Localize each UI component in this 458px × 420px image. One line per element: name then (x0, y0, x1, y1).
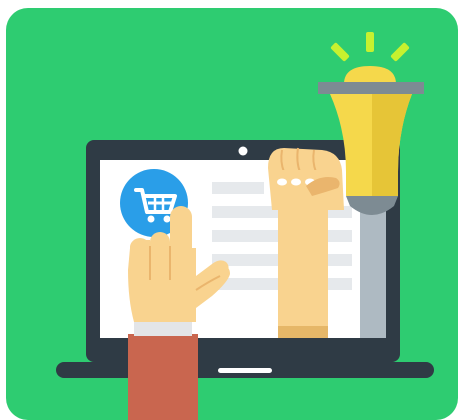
bulb-rim (318, 82, 424, 94)
cuff (134, 322, 192, 336)
finger (130, 238, 150, 278)
fingernail (277, 178, 287, 186)
laptop-camera (238, 146, 248, 156)
forearm-shade (278, 326, 328, 338)
content-line (212, 182, 264, 194)
fingernail (291, 178, 301, 186)
forearm (278, 190, 328, 330)
index-finger (170, 206, 192, 272)
finger (150, 232, 170, 278)
laptop-trackpad-slot (218, 368, 272, 373)
sleeve (128, 334, 198, 420)
cart-wheel (147, 215, 155, 223)
ecommerce-illustration (6, 8, 458, 420)
cart-wheel (163, 215, 171, 223)
light-ray (366, 32, 374, 52)
